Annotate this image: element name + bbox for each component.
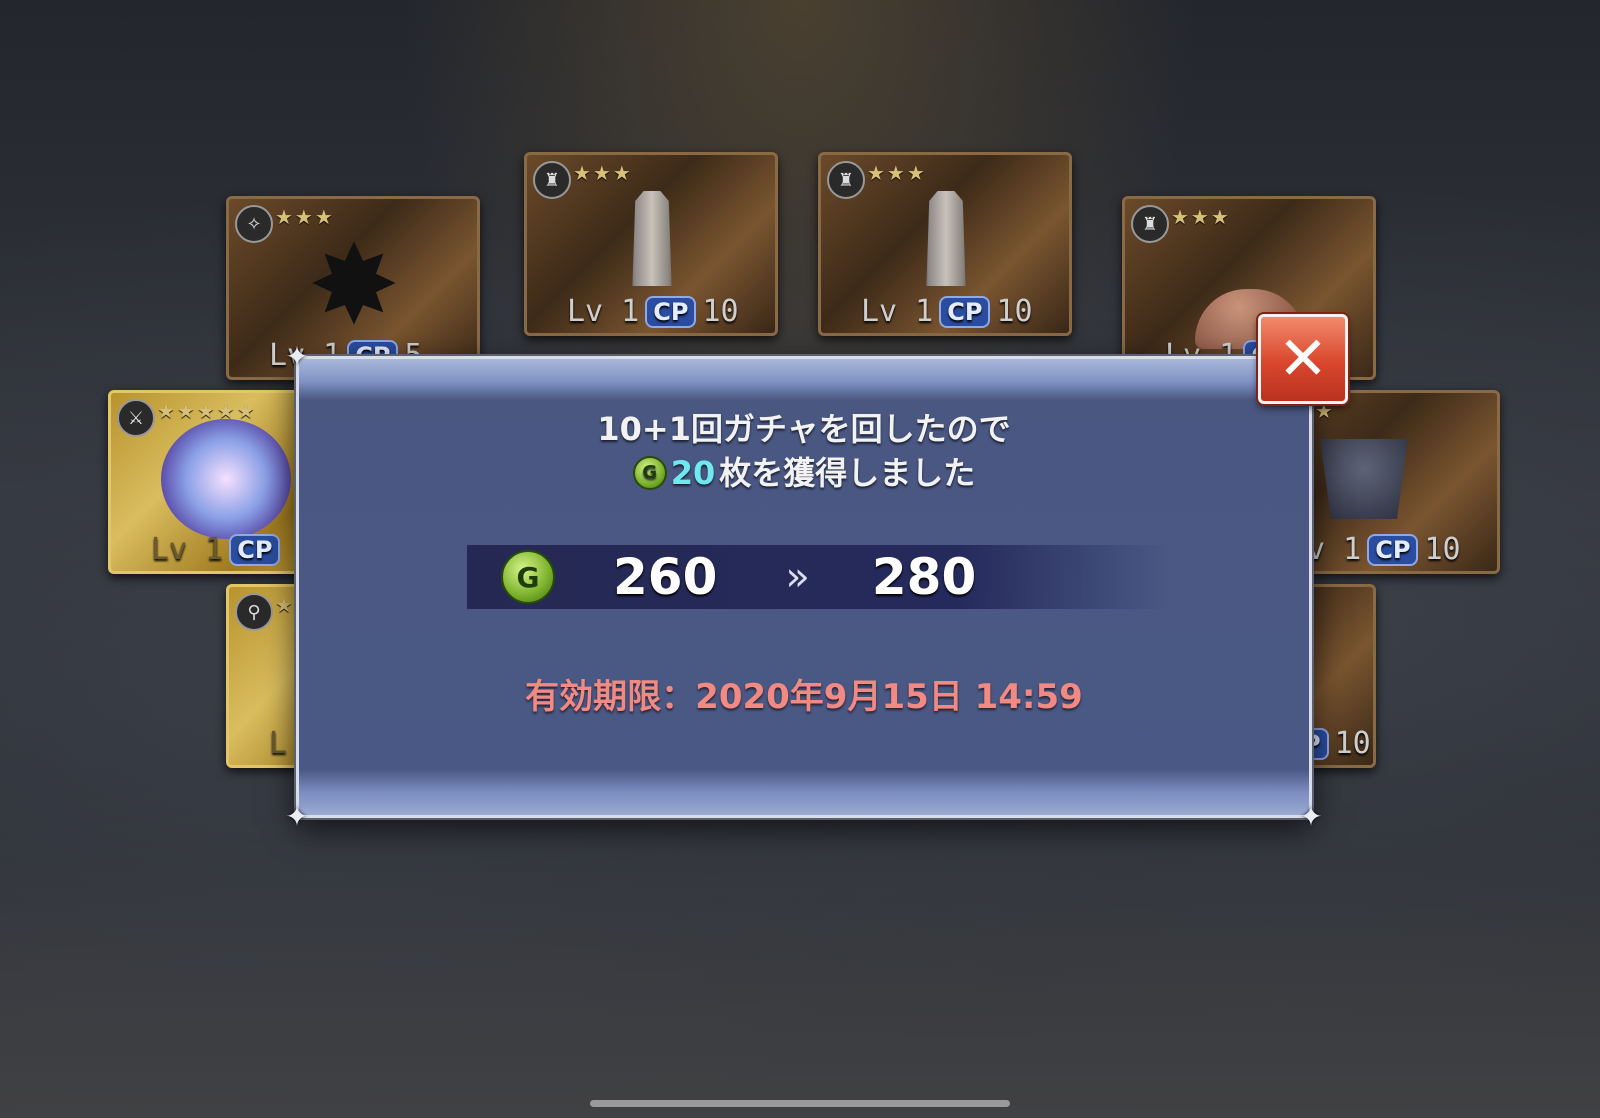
weapon-art — [151, 419, 301, 539]
cp-badge: CP — [939, 295, 991, 328]
close-button[interactable]: ✕ — [1258, 314, 1348, 404]
shuriken-art: ✸ — [307, 221, 401, 349]
gacha-coin-icon: G — [632, 456, 667, 490]
level-label: L — [269, 726, 288, 761]
sword-type-icon: ⚔ — [117, 399, 155, 437]
cp-value: 10 — [996, 294, 1033, 329]
robe-art — [597, 191, 707, 291]
level-row: Lv 1 CP 10 — [861, 294, 1033, 329]
cp-value: 10 — [1424, 532, 1461, 567]
corner-ornament: ✦ — [285, 800, 309, 833]
armor-type-icon: ♜ — [1131, 205, 1169, 243]
level-row: Lv 1 CP 10 — [567, 294, 739, 329]
level-label: Lv 1 — [151, 532, 224, 567]
home-indicator[interactable] — [590, 1100, 1010, 1107]
background-fog — [0, 860, 1600, 1118]
reward-amount: 20 — [670, 454, 716, 492]
count-before: 260 — [613, 548, 718, 606]
reward-dialog: ✦ ✦ ✦ 10+1回ガチャを回したので G 20 枚を獲得しました G 260… — [285, 343, 1322, 831]
armor-type-icon: ♜ — [827, 161, 865, 199]
rarity-stars: ★ — [275, 593, 295, 617]
double-chevron-right-icon: » — [785, 554, 810, 600]
robe-art — [891, 191, 1001, 291]
reward-suffix: 枚を獲得しました — [719, 454, 976, 492]
equipment-card-robe-1: ♜ ★★★ Lv 1 CP 10 — [524, 152, 778, 336]
close-icon: ✕ — [1277, 324, 1329, 394]
gacha-coin-icon: G — [501, 550, 555, 604]
corner-ornament: ✦ — [285, 340, 309, 373]
rarity-stars: ★★★★★ — [157, 399, 257, 423]
cp-badge: CP — [645, 295, 697, 328]
equipment-card-shuriken: ✧ ★★★ ✸ Lv 1 CP 5 — [226, 196, 480, 380]
cp-value: 10 — [1334, 726, 1371, 761]
level-row: Lv 1 CP 10 — [1289, 532, 1461, 567]
armor-art — [1309, 429, 1419, 529]
expiry-date: 有効期限：2020年9月15日 14:59 — [525, 677, 1083, 717]
cp-value: 10 — [702, 294, 739, 329]
cp-badge: CP — [1367, 533, 1419, 566]
level-label: Lv 1 — [567, 294, 640, 329]
reward-message: 10+1回ガチャを回したので G 20 枚を獲得しました — [299, 407, 1309, 495]
corner-ornament: ✦ — [1299, 800, 1323, 833]
level-row: L — [269, 726, 287, 761]
equipment-card-robe-2: ♜ ★★★ Lv 1 CP 10 — [818, 152, 1072, 336]
rarity-stars: ★★★ — [867, 161, 927, 185]
armor-type-icon: ♜ — [533, 161, 571, 199]
staff-type-icon: ⚲ — [235, 593, 273, 631]
rarity-stars: ★★★ — [1171, 205, 1231, 229]
reward-message-line1: 10+1回ガチャを回したので — [597, 410, 1011, 448]
count-after: 280 — [871, 548, 977, 606]
level-row: Lv 1 CP — [151, 532, 281, 567]
shuriken-type-icon: ✧ — [235, 205, 273, 243]
level-label: Lv 1 — [861, 294, 934, 329]
rarity-stars: ★★★ — [573, 161, 633, 185]
coin-count-bar: G 260 » 280 — [467, 545, 1167, 609]
cp-badge: CP — [229, 533, 281, 566]
reward-message-line2: G 20 枚を獲得しました — [299, 451, 1309, 495]
